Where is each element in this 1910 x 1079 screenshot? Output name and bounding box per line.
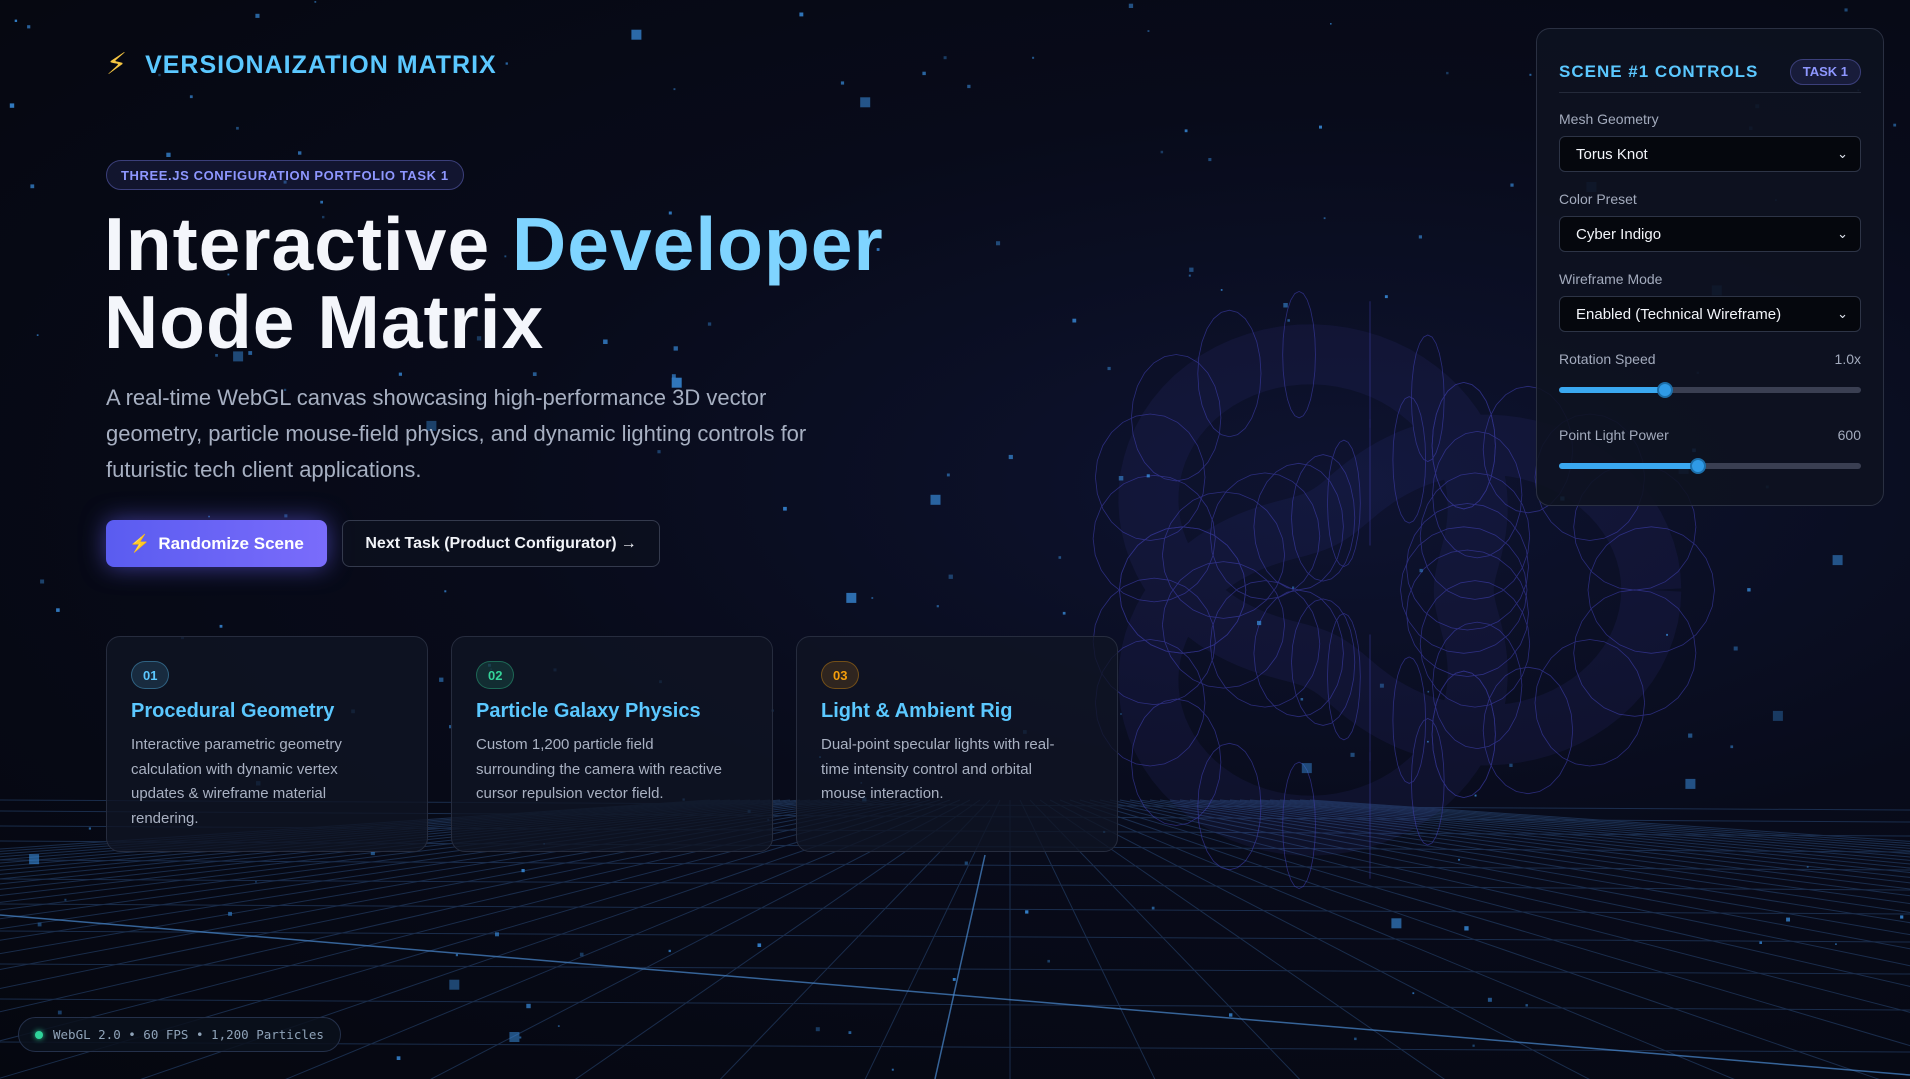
feature-title: Particle Galaxy Physics: [476, 700, 701, 722]
lightning-bolt-icon: ⚡: [106, 48, 128, 81]
scene-controls-panel: SCENE #1 CONTROLS TASK 1 Mesh Geometry T…: [1536, 28, 1884, 506]
app-stage: ⚡ VERSIONAIZATION MATRIX THREE.JS CONFIG…: [0, 0, 1910, 1079]
portfolio-tag: THREE.JS CONFIGURATION PORTFOLIO TASK 1: [106, 160, 464, 190]
task-badge: TASK 1: [1789, 58, 1861, 85]
brand: ⚡ VERSIONAIZATION MATRIX: [106, 50, 497, 80]
status-bar: WebGL 2.0 • 60 FPS • 1,200 Particles: [18, 1017, 341, 1052]
title-part1: Interactive: [104, 202, 491, 286]
mesh-geometry-select[interactable]: Torus Knot ⌄: [1559, 136, 1861, 172]
slider-fill: [1559, 463, 1698, 469]
panel-header: SCENE #1 CONTROLS TASK 1: [1559, 51, 1861, 93]
randomize-scene-button[interactable]: ⚡ Randomize Scene: [106, 520, 327, 567]
wireframe-mode-value: Enabled (Technical Wireframe): [1576, 305, 1782, 323]
hero-description: A real-time WebGL canvas showcasing high…: [106, 385, 807, 482]
point-light-label: Point Light Power: [1559, 427, 1669, 443]
feature-card-procedural-geometry: 01 Procedural Geometry Interactive param…: [106, 636, 428, 852]
chevron-down-icon: ⌄: [1837, 226, 1848, 241]
brand-name: VERSIONAIZATION MATRIX: [145, 50, 497, 79]
point-light-value: 600: [1837, 427, 1861, 443]
color-preset-select[interactable]: Cyber Indigo ⌄: [1559, 216, 1861, 252]
rotation-speed-label: Rotation Speed: [1559, 351, 1656, 367]
feature-description: Dual-point specular lights with real-tim…: [821, 736, 1055, 802]
arrow-right-icon: →: [620, 534, 637, 552]
feature-number: 01: [131, 661, 170, 689]
color-preset-label: Color Preset: [1559, 191, 1637, 207]
page-title: Interactive Developer Node Matrix: [104, 205, 884, 361]
chevron-down-icon: ⌄: [1837, 306, 1848, 321]
color-preset-value: Cyber Indigo: [1576, 225, 1662, 243]
point-light-slider[interactable]: [1559, 458, 1861, 474]
randomize-scene-label: Randomize Scene: [158, 533, 304, 553]
feature-number: 03: [821, 661, 860, 689]
panel-title: SCENE #1 CONTROLS: [1559, 61, 1759, 81]
title-line2: Node Matrix: [104, 280, 545, 364]
feature-number: 02: [476, 661, 515, 689]
rotation-speed-value: 1.0x: [1834, 351, 1861, 367]
lightning-bolt-icon: ⚡: [129, 533, 151, 553]
feature-card-light-rig: 03 Light & Ambient Rig Dual-point specul…: [796, 636, 1118, 852]
feature-title: Procedural Geometry: [131, 700, 335, 722]
grid-axis-line: [934, 854, 986, 1079]
next-task-label: Next Task (Product Configurator): [365, 534, 617, 552]
rotation-speed-slider[interactable]: [1559, 382, 1861, 398]
slider-thumb[interactable]: [1656, 382, 1673, 398]
wireframe-mode-label: Wireframe Mode: [1559, 271, 1663, 287]
wireframe-mode-select[interactable]: Enabled (Technical Wireframe) ⌄: [1559, 296, 1861, 332]
status-text: WebGL 2.0 • 60 FPS • 1,200 Particles: [53, 1027, 324, 1042]
slider-thumb[interactable]: [1689, 458, 1706, 474]
status-dot-icon: [35, 1030, 43, 1039]
chevron-down-icon: ⌄: [1837, 146, 1848, 161]
feature-title: Light & Ambient Rig: [821, 700, 1013, 722]
feature-description: Custom 1,200 particle field surrounding …: [476, 736, 722, 802]
next-task-button[interactable]: Next Task (Product Configurator) →: [342, 520, 660, 567]
feature-description: Interactive parametric geometry calculat…: [131, 736, 342, 827]
mesh-geometry-label: Mesh Geometry: [1559, 111, 1659, 127]
slider-fill: [1559, 387, 1665, 393]
title-accent: Developer: [512, 202, 884, 286]
mesh-geometry-value: Torus Knot: [1576, 145, 1648, 163]
feature-card-particle-physics: 02 Particle Galaxy Physics Custom 1,200 …: [451, 636, 773, 852]
